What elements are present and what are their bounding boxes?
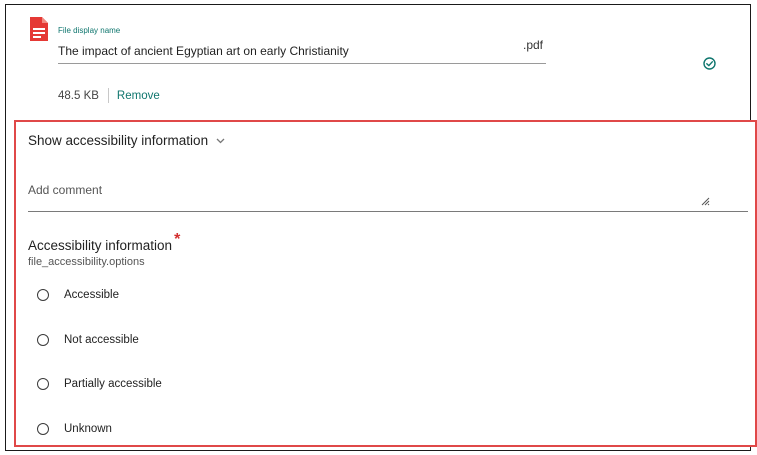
pdf-file-icon bbox=[30, 17, 48, 41]
group-label: Accessibility information bbox=[28, 238, 173, 253]
file-extension: .pdf bbox=[523, 38, 544, 52]
radio-label: Unknown bbox=[64, 423, 112, 435]
file-size: 48.5 KB bbox=[58, 89, 99, 102]
required-marker: * bbox=[174, 231, 181, 248]
chevron-down-icon bbox=[216, 138, 225, 143]
comment-underline bbox=[28, 211, 748, 212]
file-display-name-label: File display name bbox=[58, 26, 121, 35]
radio-label: Partially accessible bbox=[64, 378, 162, 390]
show-accessibility-toggle[interactable]: Show accessibility information bbox=[28, 133, 225, 148]
divider bbox=[107, 88, 109, 103]
toggle-label: Show accessibility information bbox=[28, 133, 209, 148]
file-meta: 48.5 KB Remove bbox=[58, 88, 160, 103]
file-name-underline bbox=[58, 63, 546, 64]
radio-option-accessible[interactable]: Accessible bbox=[37, 289, 119, 301]
radio-label: Not accessible bbox=[64, 334, 139, 346]
resize-handle-icon[interactable] bbox=[699, 195, 710, 206]
radio-button[interactable] bbox=[37, 378, 49, 390]
check-circle-icon bbox=[703, 57, 716, 70]
add-comment-textarea[interactable]: Add comment bbox=[28, 183, 102, 197]
radio-label: Accessible bbox=[64, 289, 119, 301]
accessibility-section bbox=[14, 120, 757, 447]
file-display-name-input[interactable]: The impact of ancient Egyptian art on ea… bbox=[58, 44, 349, 58]
radio-option-not-accessible[interactable]: Not accessible bbox=[37, 334, 139, 346]
remove-file-link[interactable]: Remove bbox=[117, 90, 160, 102]
radio-button[interactable] bbox=[37, 423, 49, 435]
accessibility-group-title: Accessibility information * bbox=[28, 231, 180, 255]
radio-button[interactable] bbox=[37, 334, 49, 346]
radio-button[interactable] bbox=[37, 289, 49, 301]
radio-option-unknown[interactable]: Unknown bbox=[37, 423, 112, 435]
accessibility-group-description: file_accessibility.options bbox=[28, 256, 145, 268]
radio-option-partially-accessible[interactable]: Partially accessible bbox=[37, 378, 162, 390]
